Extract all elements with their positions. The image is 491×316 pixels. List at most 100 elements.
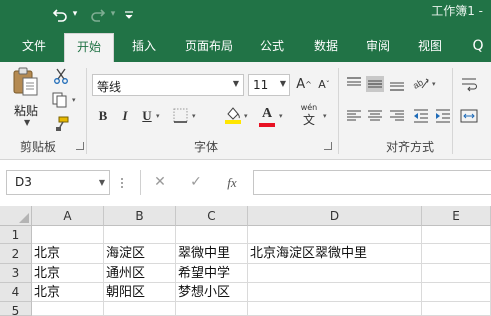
- paste-dropdown-icon[interactable]: ▼: [24, 118, 30, 127]
- align-center-button[interactable]: [366, 108, 384, 124]
- tab-data[interactable]: 数据: [304, 30, 348, 62]
- phonetic-button[interactable]: wén 文: [298, 102, 320, 128]
- undo-dropdown-icon[interactable]: ▾: [70, 0, 80, 30]
- shrink-font-button[interactable]: Aˇ: [316, 75, 332, 95]
- top-align-button[interactable]: [345, 76, 363, 92]
- enter-entry-button[interactable]: ✓: [186, 170, 206, 195]
- tab-home[interactable]: 开始: [64, 33, 114, 62]
- middle-align-button[interactable]: [366, 76, 384, 92]
- bold-button[interactable]: B: [94, 106, 112, 126]
- format-painter-icon: [56, 116, 69, 131]
- cell-e4[interactable]: [422, 283, 491, 302]
- wrap-text-button[interactable]: [460, 76, 478, 92]
- font-launcher-icon[interactable]: [324, 142, 332, 150]
- row-header-3[interactable]: 3: [0, 264, 32, 283]
- align-left-button[interactable]: [345, 108, 363, 124]
- decrease-indent-button[interactable]: [412, 108, 430, 124]
- tab-file[interactable]: 文件: [12, 30, 56, 62]
- border-dropdown-icon[interactable]: ▾: [192, 112, 196, 120]
- cell-d4[interactable]: [248, 283, 422, 302]
- cell-b1[interactable]: [104, 226, 176, 244]
- cell-d3[interactable]: [248, 264, 422, 283]
- cell-b4[interactable]: 朝阳区: [104, 283, 176, 302]
- align-right-button[interactable]: [388, 108, 406, 124]
- font-color-button[interactable]: A: [258, 104, 276, 124]
- cell-e1[interactable]: [422, 226, 491, 244]
- cell-a1[interactable]: [32, 226, 104, 244]
- column-header-a[interactable]: A: [32, 206, 104, 226]
- paste-label[interactable]: 粘贴: [14, 102, 38, 119]
- cell-c1[interactable]: [176, 226, 248, 244]
- merge-center-button[interactable]: [460, 108, 478, 124]
- font-name-select[interactable]: 等线 ▼: [92, 74, 244, 96]
- border-button[interactable]: [172, 108, 190, 124]
- increase-indent-button[interactable]: [434, 108, 452, 124]
- column-header-b[interactable]: B: [104, 206, 176, 226]
- cell-e5[interactable]: [422, 302, 491, 316]
- cut-button[interactable]: [52, 68, 70, 84]
- orientation-button[interactable]: ab: [411, 74, 430, 91]
- underline-button[interactable]: U: [138, 106, 156, 126]
- cell-e3[interactable]: [422, 264, 491, 283]
- redo-button[interactable]: [88, 0, 108, 30]
- cell-c3[interactable]: 希望中学: [176, 264, 248, 283]
- row-header-4[interactable]: 4: [0, 283, 32, 302]
- row-header-2[interactable]: 2: [0, 244, 32, 264]
- redo-dropdown-icon[interactable]: ▾: [108, 0, 118, 30]
- orientation-icon: ab: [411, 77, 429, 91]
- insert-function-button[interactable]: fx: [222, 170, 242, 195]
- tab-view[interactable]: 视图: [408, 30, 452, 62]
- cancel-entry-button[interactable]: ✕: [150, 170, 170, 195]
- formula-separator: [140, 170, 141, 195]
- name-box-dropdown-icon[interactable]: ▼: [99, 178, 105, 187]
- cell-d1[interactable]: [248, 226, 422, 244]
- orientation-dropdown-icon[interactable]: ▾: [432, 80, 436, 88]
- cell-d2[interactable]: 北京海淀区翠微中里: [248, 244, 422, 264]
- name-box[interactable]: D3 ▼: [6, 170, 110, 195]
- cell-b5[interactable]: [104, 302, 176, 316]
- column-header-d[interactable]: D: [248, 206, 422, 226]
- clipboard-launcher-icon[interactable]: [76, 142, 84, 150]
- cell-e2[interactable]: [422, 244, 491, 264]
- fill-color-dropdown-icon[interactable]: ▾: [244, 112, 248, 120]
- copy-dropdown-icon[interactable]: ▾: [72, 96, 76, 104]
- cell-c2[interactable]: 翠微中里: [176, 244, 248, 264]
- paste-button[interactable]: [13, 67, 39, 97]
- cell-a4[interactable]: 北京: [32, 283, 104, 302]
- cell-a5[interactable]: [32, 302, 104, 316]
- select-all-button[interactable]: [0, 206, 32, 226]
- tell-me-icon[interactable]: Q: [466, 30, 490, 62]
- ribbon-tabs: 文件 开始 插入 页面布局 公式 数据 审阅 视图 Q: [0, 30, 491, 62]
- formula-bar-grip-icon[interactable]: [120, 176, 124, 190]
- customize-quick-access-icon[interactable]: [122, 0, 136, 30]
- row-header-1[interactable]: 1: [0, 226, 32, 244]
- column-header-c[interactable]: C: [176, 206, 248, 226]
- tab-formulas[interactable]: 公式: [250, 30, 294, 62]
- cell-a3[interactable]: 北京: [32, 264, 104, 283]
- italic-button[interactable]: I: [116, 106, 134, 126]
- column-header-e[interactable]: E: [422, 206, 491, 226]
- undo-button[interactable]: [50, 0, 70, 30]
- cell-c4[interactable]: 梦想小区: [176, 283, 248, 302]
- font-color-dropdown-icon[interactable]: ▾: [279, 112, 283, 120]
- tab-review[interactable]: 审阅: [356, 30, 400, 62]
- grow-font-button[interactable]: A^: [296, 75, 312, 95]
- underline-dropdown-icon[interactable]: ▾: [156, 112, 160, 120]
- alignment-group-label: 对齐方式: [386, 140, 435, 154]
- phonetic-dropdown-icon[interactable]: ▾: [323, 112, 327, 120]
- cell-b3[interactable]: 通州区: [104, 264, 176, 283]
- tab-page-layout[interactable]: 页面布局: [176, 30, 242, 62]
- copy-button[interactable]: [52, 92, 70, 108]
- row-header-5[interactable]: 5: [0, 302, 32, 316]
- bottom-align-button[interactable]: [388, 76, 406, 92]
- cell-d5[interactable]: [248, 302, 422, 316]
- font-size-select[interactable]: 11 ▼: [248, 74, 290, 96]
- cell-c5[interactable]: [176, 302, 248, 316]
- cell-a2[interactable]: 北京: [32, 244, 104, 264]
- cell-b2[interactable]: 海淀区: [104, 244, 176, 264]
- fill-color-button[interactable]: [224, 106, 242, 124]
- align-right-icon: [390, 110, 404, 121]
- formula-input[interactable]: [253, 170, 491, 195]
- format-painter-button[interactable]: [52, 116, 70, 132]
- tab-insert[interactable]: 插入: [122, 30, 166, 62]
